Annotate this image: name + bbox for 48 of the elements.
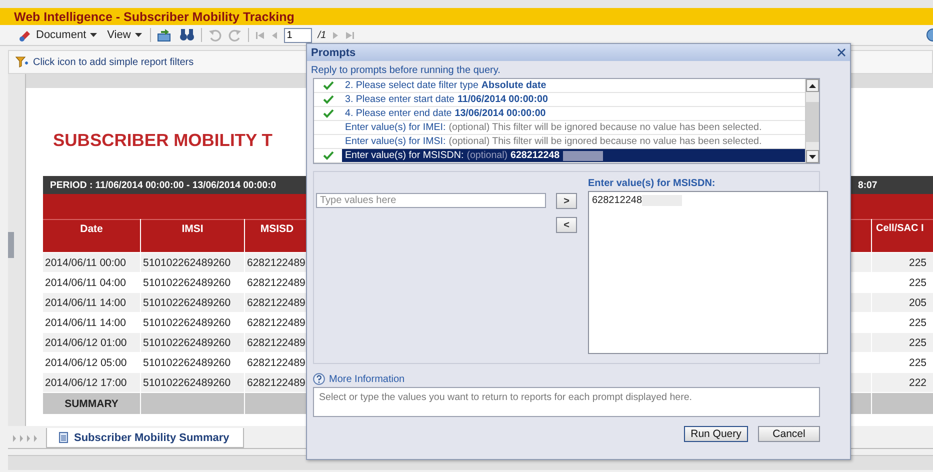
- run-query-button[interactable]: Run Query: [684, 426, 748, 442]
- description-box: Select or type the values you want to return to reports for each prompt displayed here.: [313, 387, 820, 417]
- more-information-link[interactable]: More Information: [329, 374, 405, 384]
- table-cell: 6282122489: [245, 253, 309, 272]
- prompt-item[interactable]: 2. Please select date filter type Absolute date: [342, 79, 805, 92]
- values-input[interactable]: Type values here: [316, 193, 546, 208]
- report-title: SUBSCRIBER MOBILITY T: [53, 130, 274, 152]
- table-cell: 2014/06/12 17:00: [43, 373, 140, 392]
- column-header: Date: [43, 219, 140, 252]
- table-cell: 2014/06/11 00:00: [43, 253, 140, 272]
- table-cell: 205: [872, 293, 933, 312]
- table-cell: 225: [872, 253, 933, 272]
- table-cell: 6282122489: [245, 373, 309, 392]
- prompt-item[interactable]: 4. Please enter end date 13/06/2014 00:00:00: [342, 107, 805, 120]
- table-cell: 510102262489260: [141, 293, 244, 312]
- column-header: Cell/SAC I: [872, 219, 933, 252]
- table-cell: 510102262489260: [141, 333, 244, 352]
- prompt-item[interactable]: Enter value(s) for IMEI: (optional) This filter will be ignored because no value has been selected.: [342, 121, 805, 134]
- table-cell: 510102262489260: [141, 253, 244, 272]
- filter-hint: Click icon to add simple report filters: [33, 56, 194, 68]
- value-item[interactable]: 628212248: [592, 195, 642, 206]
- summary-cell: SUMMARY: [43, 393, 140, 414]
- page-total: /1: [318, 30, 326, 40]
- window-title: Web Intelligence - Subscriber Mobility Tracking: [14, 10, 294, 24]
- add-button[interactable]: >: [556, 193, 577, 209]
- column-header: MSISD: [245, 219, 309, 252]
- prompt-item[interactable]: Enter value(s) for IMSI: (optional) This filter will be ignored because no value has been selected.: [342, 135, 805, 148]
- cancel-button[interactable]: Cancel: [758, 426, 820, 442]
- selected-values-label: Enter value(s) for MSISDN:: [588, 178, 716, 189]
- table-cell: 2014/06/11 14:00: [43, 293, 140, 312]
- dialog-title: Prompts: [311, 46, 356, 58]
- prompt-item[interactable]: 3. Please enter start date 11/06/2014 00:00:00: [342, 93, 805, 106]
- table-cell: 222: [872, 373, 933, 392]
- period-text: PERIOD : 11/06/2014 00:00:00 - 13/06/2014 00:00:0: [50, 180, 276, 190]
- dialog-subtitle: Reply to prompts before running the query.: [311, 65, 502, 76]
- page-number-field[interactable]: 1: [284, 28, 312, 42]
- table-cell: 2014/06/12 01:00: [43, 333, 140, 352]
- period-text: 8:07: [858, 180, 878, 190]
- table-cell: 510102262489260: [141, 373, 244, 392]
- table-cell: 6282122489: [245, 333, 309, 352]
- column-header: IMSI: [141, 219, 244, 252]
- report-tab[interactable]: Subscriber Mobility Summary: [46, 428, 244, 448]
- remove-button[interactable]: <: [556, 217, 577, 233]
- prompt-item[interactable]: Enter value(s) for MSISDN: (optional) 628212248: [342, 149, 805, 162]
- menu-button[interactable]: View: [105, 29, 144, 41]
- table-cell: 6282122489: [245, 293, 309, 312]
- menu-button[interactable]: Document: [16, 28, 100, 42]
- table-cell: 225: [872, 333, 933, 352]
